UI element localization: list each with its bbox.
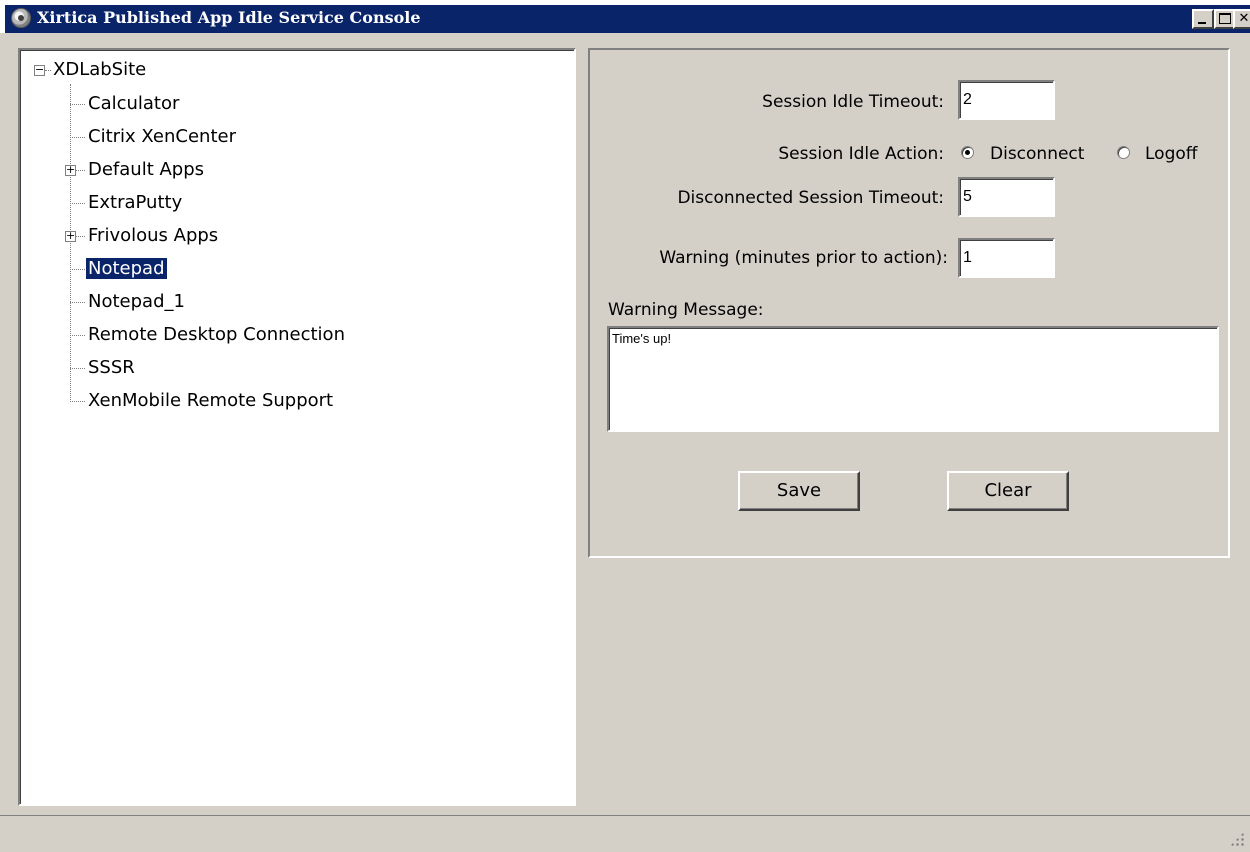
window-title: Xirtica Published App Idle Service Conso… — [37, 8, 421, 27]
disconnected-timeout-input[interactable]: 5 — [958, 177, 1055, 217]
tree-item-label: Default Apps — [88, 159, 205, 180]
tree-connector — [70, 302, 85, 303]
title-bar[interactable]: Xirtica Published App Idle Service Conso… — [0, 0, 1250, 33]
expand-expander-icon[interactable]: + — [65, 230, 76, 242]
warning-message-textarea[interactable]: Time's up! — [607, 326, 1219, 432]
warning-minutes-label: Warning (minutes prior to action): — [659, 248, 948, 268]
tree-connector — [70, 401, 85, 402]
tree-connector — [70, 269, 85, 270]
settings-panel: Session Idle Timeout: 2 Session Idle Act… — [588, 48, 1230, 558]
expand-expander-icon[interactable]: + — [65, 164, 76, 176]
tree-item-label: Citrix XenCenter — [88, 126, 236, 147]
tree-connector — [70, 335, 85, 336]
clear-button[interactable]: Clear — [947, 471, 1069, 511]
tree-item-xenmobile-remote-support[interactable]: XenMobile Remote Support — [86, 389, 335, 413]
warning-minutes-input[interactable]: 1 — [958, 238, 1055, 278]
tree-connector — [70, 368, 85, 369]
tree-connector — [76, 236, 85, 237]
warning-message-label: Warning Message: — [608, 300, 764, 320]
status-bar — [0, 815, 1250, 852]
tree-item-label: Calculator — [88, 93, 180, 114]
minimize-button[interactable] — [1192, 9, 1214, 29]
app-window: Xirtica Published App Idle Service Conso… — [0, 0, 1250, 852]
save-button[interactable]: Save — [738, 471, 860, 511]
tree-item-label-selected: Notepad — [86, 258, 167, 279]
tree-connector — [70, 137, 85, 138]
idle-action-label: Session Idle Action: — [778, 144, 944, 164]
tree-item-citrix-xencenter[interactable]: Citrix XenCenter — [86, 125, 238, 149]
tree-item-frivolous-apps[interactable]: Frivolous Apps — [86, 224, 220, 248]
tree-item-notepad-1[interactable]: Notepad_1 — [86, 290, 187, 314]
app-icon — [11, 8, 31, 28]
idle-timeout-input[interactable]: 2 — [958, 80, 1055, 120]
tree-item-label: Frivolous Apps — [88, 225, 219, 246]
tree-item-notepad[interactable]: Notepad — [86, 257, 167, 281]
tree-root[interactable]: XDLabSite — [51, 58, 148, 82]
resize-grip-icon[interactable] — [1230, 832, 1244, 846]
tree-item-label: ExtraPutty — [88, 192, 183, 213]
logoff-radio-label[interactable]: Logoff — [1145, 143, 1197, 165]
tree-item-remote-desktop-connection[interactable]: Remote Desktop Connection — [86, 323, 347, 347]
tree-connector — [70, 203, 85, 204]
close-button[interactable]: ✕ — [1233, 9, 1250, 29]
tree-item-label: SSSR — [88, 357, 135, 378]
tree-item-label: XenMobile Remote Support — [88, 390, 334, 411]
tree-guide-line — [70, 84, 71, 402]
disconnect-radio[interactable] — [961, 146, 974, 159]
tree-root-label: XDLabSite — [53, 59, 147, 80]
disconnected-timeout-label: Disconnected Session Timeout: — [677, 188, 944, 208]
tree-item-default-apps[interactable]: Default Apps — [86, 158, 206, 182]
app-tree: − XDLabSite Calculator Citrix XenCenter … — [20, 50, 574, 804]
tree-item-calculator[interactable]: Calculator — [86, 92, 181, 116]
tree-connector — [76, 170, 85, 171]
collapse-expander-icon[interactable]: − — [34, 64, 45, 76]
tree-item-label: Notepad_1 — [88, 291, 185, 312]
tree-item-label: Remote Desktop Connection — [88, 324, 345, 345]
tree-item-extraputty[interactable]: ExtraPutty — [86, 191, 184, 215]
disconnect-radio-label[interactable]: Disconnect — [990, 143, 1084, 165]
logoff-radio[interactable] — [1117, 146, 1130, 159]
tree-connector — [70, 104, 85, 105]
tree-item-sssr[interactable]: SSSR — [86, 356, 137, 380]
idle-timeout-label: Session Idle Timeout: — [762, 92, 944, 112]
app-tree-panel[interactable]: − XDLabSite Calculator Citrix XenCenter … — [18, 48, 576, 806]
